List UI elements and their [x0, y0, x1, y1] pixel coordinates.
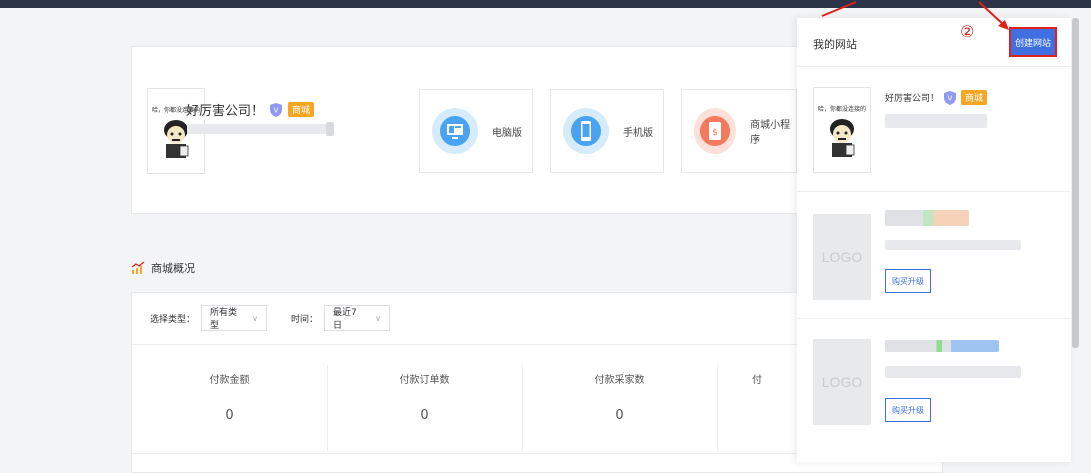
- avatar-caption: 哈，你都没连接的: [817, 105, 866, 113]
- divider: [797, 66, 1071, 67]
- company-name-row: 好厉害公司！ V 商城: [186, 100, 315, 119]
- time-select[interactable]: 最近7日 ∨: [324, 305, 391, 331]
- stat-label: 付款金额: [209, 375, 250, 386]
- stat-payment-orders: 付款订单数 0: [327, 371, 522, 423]
- stat-payment-buyers: 付款采家数 0: [522, 371, 717, 423]
- my-websites-drawer: 我的网站 ② 创建网站 哈，你都没连接的 好厉害公司！ V 商城 LOGO 购买…: [797, 18, 1071, 462]
- blurred-site-name: [885, 340, 999, 352]
- svg-text:V: V: [948, 94, 953, 102]
- time-filter-label: 时间：: [291, 314, 319, 325]
- site-name-row: 好厉害公司！ V 商城: [885, 90, 988, 105]
- version-card-mobile[interactable]: 手机版: [550, 89, 664, 173]
- blurred-site-name: [885, 210, 969, 226]
- drawer-scrollbar[interactable]: [1072, 18, 1079, 348]
- type-filter-label: 选择类型：: [150, 314, 196, 325]
- phone-icon: [563, 108, 609, 154]
- create-website-button[interactable]: 创建网站: [1009, 27, 1057, 57]
- annotation-arrow-icon: [821, 1, 857, 17]
- chevron-down-icon: ∨: [375, 313, 382, 323]
- site-name: 好厉害公司！: [885, 94, 940, 104]
- svg-text:$: $: [712, 128, 718, 138]
- version-card-mini-program[interactable]: $ 商城小程序: [681, 89, 797, 173]
- monitor-icon: [432, 108, 478, 154]
- blurred-site-info: [885, 240, 1021, 250]
- version-label-mobile: 手机版: [623, 127, 653, 139]
- annotation-arrow-icon: [978, 1, 1009, 30]
- version-label-mini-program: 商城小程序: [750, 120, 791, 146]
- blurred-site-info: [885, 366, 1021, 378]
- type-select-value: 所有类型: [210, 308, 238, 331]
- divider: [797, 191, 1071, 192]
- stat-label: 付款订单数: [399, 375, 450, 386]
- site-avatar[interactable]: 哈，你都没连接的: [813, 87, 871, 173]
- stat-value: 0: [615, 408, 624, 423]
- chevron-down-icon: ∨: [252, 313, 259, 323]
- site-badge: 商城: [961, 90, 988, 105]
- blurred-site-info: [885, 114, 987, 128]
- buy-upgrade-button[interactable]: 购买升级: [885, 269, 931, 293]
- stat-label: 付: [752, 375, 762, 386]
- stat-truncated: 付: [717, 371, 797, 386]
- store-badge: 商城: [288, 102, 315, 117]
- overview-section-title: 商城概况: [131, 260, 195, 276]
- blurred-account-info: [187, 124, 327, 134]
- chart-trend-icon: [131, 261, 145, 274]
- site-logo-placeholder[interactable]: LOGO: [813, 214, 871, 300]
- verified-shield-icon: V: [944, 90, 957, 105]
- time-select-value: 最近7日: [333, 308, 357, 331]
- stat-payment-amount: 付款金额 0: [132, 371, 327, 423]
- divider: [797, 318, 1071, 319]
- site-logo-placeholder[interactable]: LOGO: [813, 339, 871, 425]
- filter-row: 选择类型： 所有类型 ∨ 时间： 最近7日 ∨: [150, 305, 391, 331]
- version-label-pc: 电脑版: [492, 127, 522, 139]
- step-marker: ②: [960, 22, 975, 41]
- overview-title: 商城概况: [151, 262, 195, 275]
- drawer-title: 我的网站: [813, 38, 857, 51]
- stat-label: 付款采家数: [594, 375, 645, 386]
- verified-shield-icon: V: [270, 102, 283, 117]
- buy-upgrade-button[interactable]: 购买升级: [885, 398, 931, 422]
- top-navigation-bar: [0, 0, 1091, 8]
- blurred-info-icon: [326, 122, 334, 136]
- avatar-face-icon: [830, 118, 855, 157]
- type-select[interactable]: 所有类型 ∨: [201, 305, 268, 331]
- svg-text:V: V: [274, 106, 279, 114]
- company-name: 好厉害公司！: [186, 104, 265, 119]
- stat-value: 0: [420, 408, 429, 423]
- stat-value: 0: [225, 408, 234, 423]
- mini-program-icon: $: [694, 108, 737, 154]
- version-card-pc[interactable]: 电脑版: [419, 89, 533, 173]
